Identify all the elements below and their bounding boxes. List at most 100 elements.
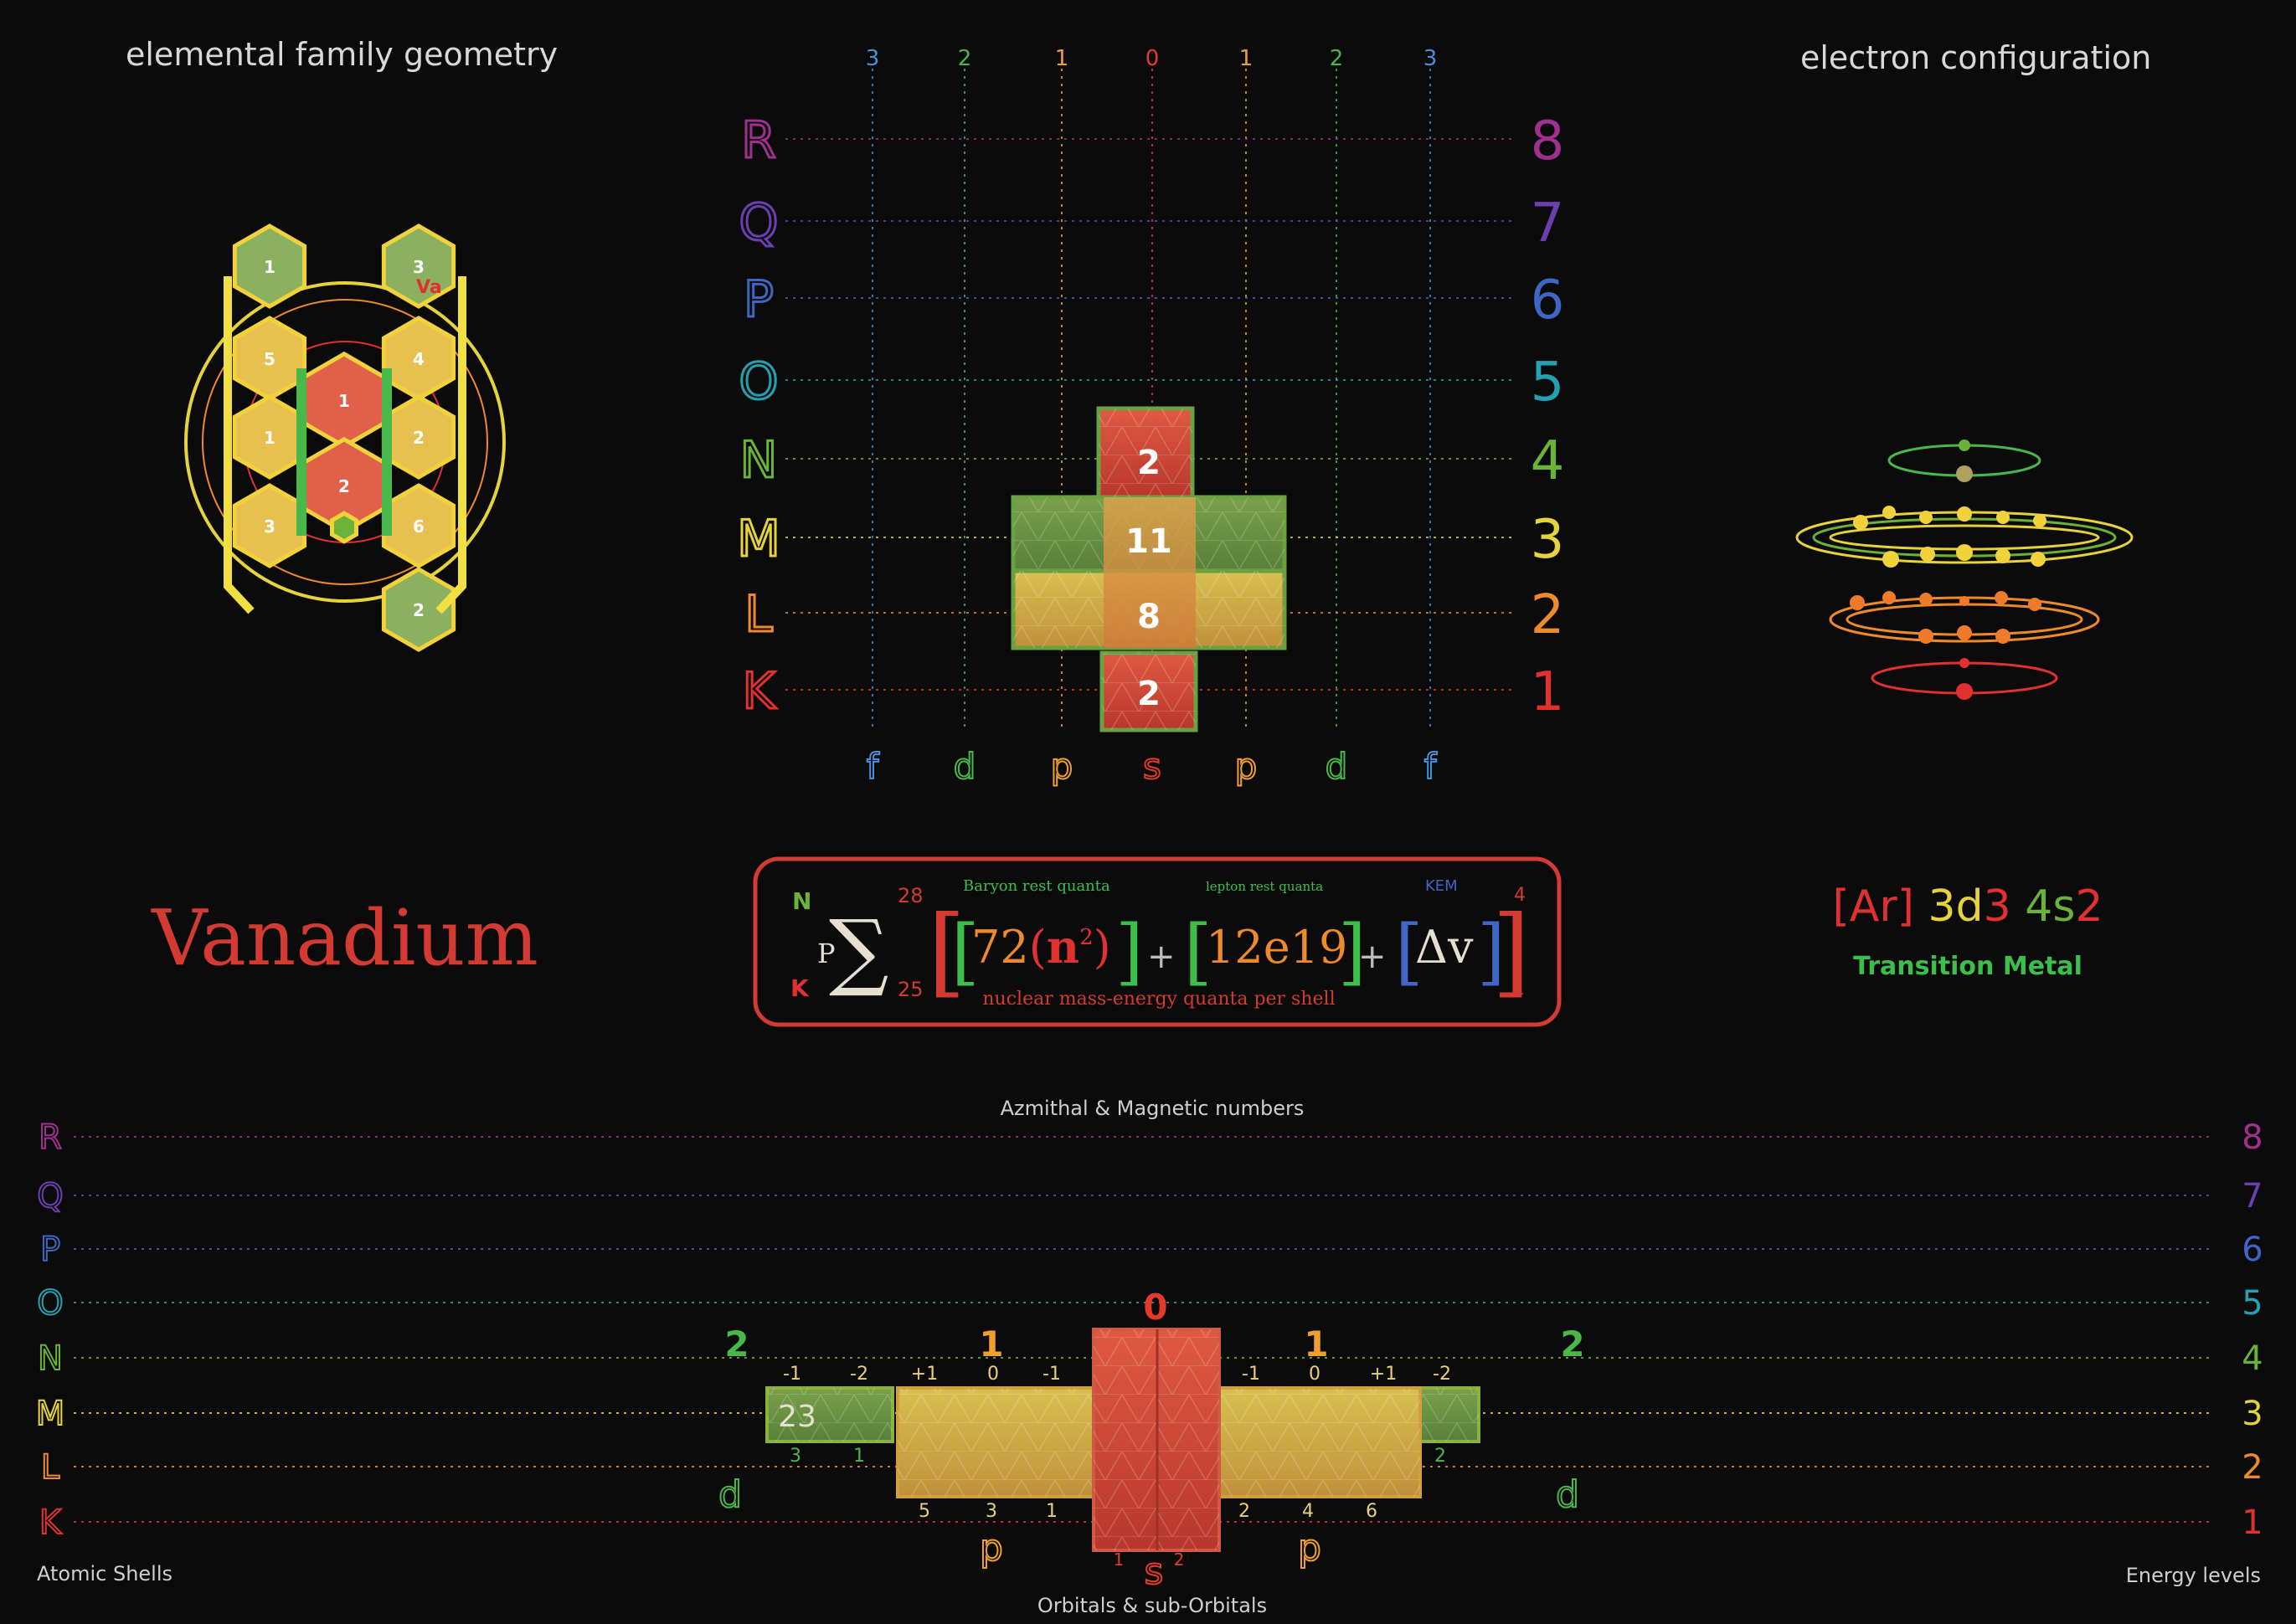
orbit-electron: [1995, 629, 2010, 644]
family-hexagon-label: 3: [264, 516, 275, 537]
d-electron-count: 3: [790, 1446, 801, 1467]
shell-letter: P: [40, 1231, 60, 1269]
s-electron-count: 1: [1114, 1549, 1125, 1570]
magnetic-number: 0: [1309, 1364, 1320, 1385]
p-electron-count: 1: [1046, 1501, 1058, 1522]
grid-row-shell-letter: R: [741, 111, 776, 170]
magnetic-number: -1: [1042, 1364, 1061, 1385]
orbit-electron: [1995, 591, 2008, 604]
term3: Δv: [1415, 921, 1474, 974]
sub-orbital-letter: s: [1145, 1550, 1164, 1593]
grid-column-number: 2: [958, 46, 972, 71]
energy-level-number: 2: [2242, 1448, 2263, 1487]
p-electron-count: 6: [1366, 1501, 1377, 1522]
grid-row-shell-letter: L: [744, 585, 773, 644]
grid-row-energy-level: 3: [1531, 509, 1565, 571]
grid-row-shell-letter: Q: [739, 193, 778, 252]
d-electron-count: 2: [1434, 1446, 1446, 1467]
family-hexagon-label: 1: [264, 257, 275, 277]
grid-row-energy-level: 8: [1531, 110, 1565, 172]
element-family: Transition Metal: [1853, 952, 2082, 981]
grid-column-letter: p: [1051, 746, 1073, 787]
sub-orbital-l-number: 0: [1143, 1287, 1167, 1328]
kem-label: KEM: [1425, 877, 1458, 895]
orbit-electron: [1956, 465, 1973, 482]
term1-n: n: [1047, 920, 1079, 974]
term2: 12e19: [1206, 921, 1347, 974]
orbit-electron: [1995, 548, 2010, 563]
formula-sup: 28: [898, 884, 924, 907]
family-hexagon-label: 2: [413, 428, 425, 448]
s-electron-count: 2: [1174, 1549, 1185, 1570]
family-hexagon-label: 5: [264, 349, 275, 369]
sub-orbital-letter: d: [1556, 1473, 1579, 1516]
sub-orbital-letter: p: [980, 1527, 1003, 1570]
orbit-electron: [2031, 552, 2046, 567]
formula-caption: nuclear mass-energy quanta per shell: [982, 989, 1335, 1010]
energy-level-number: 8: [2242, 1118, 2263, 1157]
grid-row-shell-letter: P: [744, 270, 774, 329]
config-d: 3d: [1928, 881, 1984, 932]
orbit-electron: [1918, 629, 1933, 644]
grid-column-letter: s: [1143, 746, 1161, 787]
grid-column-number: 2: [1330, 46, 1344, 71]
energy-level-number: 1: [2242, 1503, 2263, 1542]
grid-row-energy-level: 7: [1531, 193, 1565, 254]
magnetic-number: +1: [1370, 1364, 1397, 1385]
diagram-canvas: elemental family geometry electron confi…: [35, 36, 2263, 1617]
element-name: Vanadium: [151, 893, 538, 983]
sub-orbital-l-number: 1: [979, 1323, 1003, 1364]
energy-level-number: 6: [2242, 1231, 2263, 1269]
energy-level-number: 4: [2242, 1339, 2263, 1378]
atomic-number: 23: [778, 1400, 816, 1434]
baryon-label: Baryon rest quanta: [963, 877, 1110, 895]
magnetic-number: -2: [1433, 1364, 1451, 1385]
grid-row-shell-letter: N: [740, 431, 778, 490]
orbit-electron: [1919, 511, 1933, 524]
shell-letter: O: [37, 1284, 63, 1323]
magnetic-number: +1: [911, 1364, 938, 1385]
orbit-electron: [1956, 683, 1973, 700]
orbit-electron: [1853, 515, 1868, 530]
orbit-electron: [1959, 596, 1969, 606]
shell-letter: R: [39, 1118, 62, 1157]
grid-column-letter: p: [1235, 746, 1258, 787]
term1-exp: 2: [1079, 925, 1094, 950]
plus-1: +: [1147, 938, 1176, 976]
label-atomic-shells: Atomic Shells: [37, 1562, 172, 1585]
formula-bottom-label: K: [790, 974, 810, 1002]
magnetic-number: -1: [1242, 1364, 1260, 1385]
formula-top-label: N: [792, 887, 811, 915]
orbit-electron: [1882, 591, 1896, 604]
grid-column-letter: f: [867, 746, 880, 787]
p-electron-count: 4: [1302, 1501, 1314, 1522]
config-d-count: 3: [1984, 881, 2011, 932]
term1-coef: 72: [971, 921, 1029, 974]
label-orbitals: Orbitals & sub-Orbitals: [1037, 1594, 1267, 1617]
grid-row-energy-level: 5: [1531, 352, 1565, 414]
orbit-electron: [2028, 598, 2041, 611]
lepton-label: lepton rest quanta: [1206, 879, 1323, 894]
grid-row-shell-letter: M: [737, 510, 780, 568]
label-energy-levels: Energy levels: [2126, 1564, 2261, 1587]
formula-sub: 25: [898, 978, 924, 1001]
term1: 72(n2): [971, 920, 1111, 974]
grid-column-number: 1: [1239, 46, 1254, 71]
family-hexagon-label: 4: [413, 349, 425, 369]
term1-paren-close: ): [1094, 921, 1111, 974]
p-electron-count: 5: [919, 1501, 930, 1522]
grid-cell-value: 2: [1137, 675, 1161, 713]
orbit-electron: [1882, 551, 1899, 568]
family-hexagon-label: 3: [413, 257, 425, 277]
element-symbol: Va: [416, 277, 442, 298]
grid-column-number: 0: [1145, 46, 1160, 71]
grid-row-energy-level: 1: [1531, 661, 1565, 723]
orbit-electron: [1996, 511, 2010, 524]
orbit-electron: [1957, 506, 1972, 522]
sigma-symbol: ∑: [829, 902, 888, 1000]
magnetic-number: 0: [987, 1364, 999, 1385]
orbit-electron: [1959, 658, 1969, 668]
orbit-electron: [1882, 506, 1896, 519]
orbit-electron: [1959, 439, 1970, 451]
family-hexagon-label: 6: [413, 516, 425, 537]
